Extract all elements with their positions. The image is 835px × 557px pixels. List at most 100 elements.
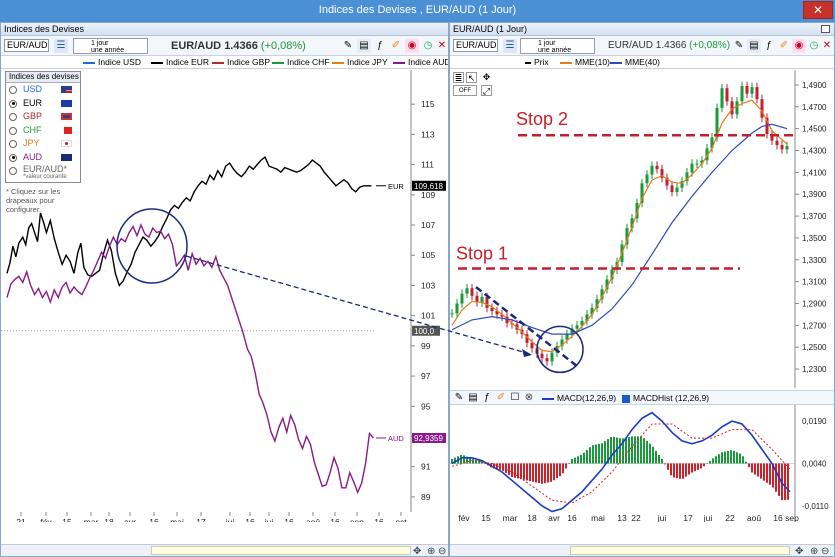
macd-hist-bar	[469, 458, 471, 464]
left-y-tick-label: 99	[421, 341, 431, 351]
right-clock-icon[interactable]: ◷	[807, 39, 821, 53]
left-x-tick-label: 16	[245, 517, 255, 522]
right-zoom-out-icon[interactable]: ⊖	[821, 546, 829, 557]
left-x-tick-label: mai	[170, 517, 184, 522]
left-y-tick-label: 105	[421, 250, 435, 260]
left-chart-icon[interactable]: ▤	[357, 39, 371, 53]
left-x-tick-label: 18	[104, 517, 114, 522]
right-symbol-input[interactable]: EUR/AUD	[453, 39, 498, 52]
macd-indicator-icon[interactable]: ƒ	[480, 391, 494, 405]
right-indicator-icon[interactable]: ƒ	[762, 39, 776, 53]
left-close-icon[interactable]: ✕	[435, 39, 449, 53]
left-x-tick-label: sep	[350, 517, 364, 522]
right-move-icon[interactable]: ✥	[795, 546, 803, 557]
macd-hist-bar	[598, 443, 600, 464]
right-scrollbar-thumb[interactable]	[570, 546, 790, 555]
macd-hist-bar	[742, 456, 744, 464]
left-pen-icon[interactable]: ✐	[389, 39, 403, 53]
legend-swatch	[151, 62, 163, 64]
left-period-select[interactable]: 1 jour une année	[73, 38, 148, 54]
macd-chart-icon[interactable]: ▤	[466, 391, 480, 405]
left-chart[interactable]: 100,011511311110910710510310199979593918…	[1, 70, 448, 522]
right-close-icon[interactable]: ✕	[820, 39, 834, 53]
macd-hist-bar	[541, 463, 543, 484]
macd-hist-bar	[685, 463, 687, 477]
left-legend-item: Indice EUR	[151, 57, 209, 67]
left-zoom-out-icon[interactable]: ⊖	[438, 546, 446, 557]
macd-hist-bar	[739, 453, 741, 464]
macd-hist-bar	[610, 437, 612, 464]
right-macd-chart[interactable]: 0,0190 0,0040 -0,0110 fév 15 mar 18 avr 16 mai 13 2…	[450, 405, 834, 522]
left-y-tick-label: 95	[421, 401, 431, 411]
right-chart-icon[interactable]: ▤	[747, 39, 761, 53]
macd-hist-bar	[769, 463, 771, 485]
left-move-icon[interactable]: ✥	[413, 546, 421, 557]
macd-hist-bar	[700, 463, 702, 469]
left-period-line1: 1 jour	[91, 40, 109, 47]
macd-hist-bar	[613, 436, 615, 464]
right-price-candle	[755, 87, 759, 100]
left-panel-title: Indices des Devises	[1, 23, 448, 36]
left-scrollbar-thumb[interactable]	[151, 546, 411, 555]
right-x-tick-label: 13	[617, 513, 627, 522]
macd-hist-bar	[574, 457, 576, 464]
right-price-candle	[750, 87, 754, 94]
macd-hist-bar	[592, 445, 594, 464]
right-list-icon[interactable]: ☰	[503, 39, 517, 53]
right-panel-title-text: EUR/AUD (1 Jour)	[453, 24, 528, 34]
macd-hist-bar	[679, 463, 681, 479]
macd-hist-bar	[514, 463, 516, 478]
left-x-tick-label: 16	[284, 517, 294, 522]
right-y-tick-label: 1,3700	[802, 212, 827, 221]
macd-legend-item: MACD(12,26,9)	[542, 393, 616, 403]
legend-swatch	[332, 62, 344, 64]
macd-hist-bar	[787, 463, 789, 500]
right-palette-icon[interactable]: ◉	[792, 39, 806, 53]
right-price-chart[interactable]: 1,4900 1,4700 1,4500 1,4300 1,4100 1,3900 1,37…	[450, 70, 834, 388]
window-title: Indices des Devises , EUR/AUD (1 Jour)	[318, 4, 517, 16]
left-draw-tool-icon[interactable]: ✎	[341, 39, 355, 53]
left-list-icon[interactable]: ☰	[54, 39, 68, 53]
left-zoom-icon[interactable]: ⊕	[427, 546, 435, 557]
macd-hist-bar	[697, 463, 699, 470]
right-price-candle	[575, 325, 579, 329]
macd-box-icon[interactable]: ☐	[508, 391, 522, 405]
macd-close-icon[interactable]: ⊗	[522, 391, 536, 405]
right-y-tick-label: 1,4700	[802, 103, 827, 112]
left-scrollbar[interactable]: ✥ ⊕ ⊖	[1, 544, 448, 557]
macd-hist-bar	[589, 447, 591, 464]
right-y-tick-label: 1,3300	[802, 256, 827, 265]
legend-swatch	[560, 62, 572, 64]
macd-hist-bar	[532, 463, 534, 482]
right-draw-tool-icon[interactable]: ✎	[732, 39, 746, 53]
right-pen-icon[interactable]: ✐	[777, 39, 791, 53]
macd-hist-bar	[784, 463, 786, 500]
macd-draw-icon[interactable]: ✎	[452, 391, 466, 405]
stop2-label: Stop 2	[516, 109, 568, 129]
macd-hist-bar	[730, 450, 732, 464]
left-legend-item: Indice JPY	[332, 57, 388, 67]
left-palette-icon[interactable]: ◉	[405, 39, 419, 53]
right-price-candle	[740, 86, 744, 102]
macd-hist-bar	[775, 463, 777, 492]
left-y-tick-label: 89	[421, 492, 431, 502]
left-symbol-input[interactable]: EUR/AUD	[4, 39, 49, 52]
right-restore-icon[interactable]	[821, 25, 830, 33]
macd-hist-bar	[754, 463, 756, 475]
right-period-select[interactable]: 1 jour une année	[520, 38, 595, 54]
right-y-tick-label: 1,4900	[802, 81, 827, 90]
window-close-button[interactable]: ✕	[803, 1, 833, 19]
macd-hist-bar	[505, 463, 507, 473]
left-clock-icon[interactable]: ◷	[421, 39, 435, 53]
left-x-tick-label: jui	[225, 517, 235, 522]
window-title-bar: Indices des Devises , EUR/AUD (1 Jour) ✕	[0, 0, 835, 22]
right-zoom-icon[interactable]: ⊕	[810, 546, 818, 557]
left-panel-title-text: Indices des Devises	[4, 24, 85, 34]
macd-hist-bar	[661, 458, 663, 464]
macd-hist-bar	[571, 458, 573, 464]
macd-hist-bar	[757, 463, 759, 477]
right-scrollbar[interactable]: ✥ ⊕ ⊖	[450, 544, 834, 557]
macd-pen-icon[interactable]: ✐	[494, 391, 508, 405]
macd-hist-bar	[550, 463, 552, 482]
left-indicator-icon[interactable]: ƒ	[373, 39, 387, 53]
